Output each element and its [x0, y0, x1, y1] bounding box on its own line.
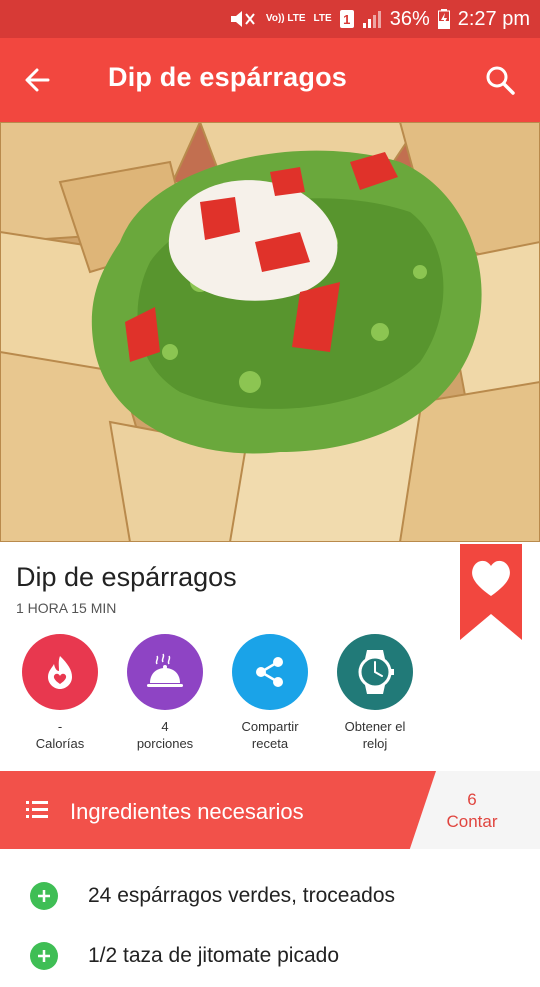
share-label-line2: receta — [251, 736, 289, 751]
ingredient-item: 24 espárragos verdes, troceados — [0, 867, 540, 927]
status-bar: Vo)) LTE LTE 1 36% 2:27 pm — [0, 0, 540, 38]
add-ingredient-icon[interactable] — [30, 942, 58, 970]
signal-icon — [362, 10, 382, 28]
watch-icon — [337, 634, 413, 710]
calories-label: Calorías — [35, 736, 85, 751]
calories-button[interactable]: - Calorías — [5, 634, 115, 752]
cloche-icon — [127, 634, 203, 710]
get-watch-button[interactable]: Obtener el reloj — [320, 634, 430, 752]
ingredient-count[interactable]: 6 Contar — [418, 789, 526, 833]
watch-label-line2: reloj — [362, 736, 388, 751]
app-bar-title: Dip de espárragos — [108, 62, 347, 92]
recipe-photo — [0, 122, 540, 542]
battery-charging-icon — [437, 9, 450, 29]
volte-indicator: Vo)) LTE — [265, 13, 306, 24]
recipe-actions: - Calorías 4 porciones Compartir receta … — [0, 634, 540, 764]
favorite-button[interactable] — [460, 544, 522, 640]
arrow-left-icon[interactable] — [20, 62, 56, 98]
calories-value: - — [57, 719, 63, 734]
lte-indicator: LTE — [313, 13, 332, 24]
servings-label: porciones — [136, 736, 194, 751]
share-label-line1: Compartir — [241, 719, 299, 734]
share-recipe-button[interactable]: Compartir receta — [215, 634, 325, 752]
recipe-title: Dip de espárragos — [16, 562, 237, 592]
sim-indicator: 1 — [339, 10, 354, 28]
recipe-time: 1 HORA 15 MIN — [16, 600, 117, 616]
mute-icon — [228, 9, 258, 29]
clock: 2:27 pm — [457, 7, 530, 30]
add-ingredient-icon[interactable] — [30, 882, 58, 910]
ingredients-title: Ingredientes necesarios — [70, 799, 304, 824]
battery-percent: 36% — [389, 7, 430, 30]
ingredient-text: 24 espárragos verdes, troceados — [88, 884, 396, 907]
ingredient-item: 1/2 taza de jitomate picado — [0, 927, 540, 987]
ingredient-count-value: 6 — [467, 790, 477, 809]
watch-label-line1: Obtener el — [344, 719, 406, 734]
search-icon[interactable] — [482, 62, 518, 98]
list-icon — [26, 799, 50, 821]
ingredients-header: Ingredientes necesarios 6 Contar — [0, 771, 540, 849]
share-icon — [232, 634, 308, 710]
ingredient-count-label: Contar — [446, 812, 498, 831]
ingredient-text: 1/2 taza de jitomate picado — [88, 944, 339, 967]
app-bar: Dip de espárragos — [0, 38, 540, 122]
servings-value: 4 — [161, 719, 169, 734]
flame-heart-icon — [22, 634, 98, 710]
servings-button[interactable]: 4 porciones — [110, 634, 220, 752]
